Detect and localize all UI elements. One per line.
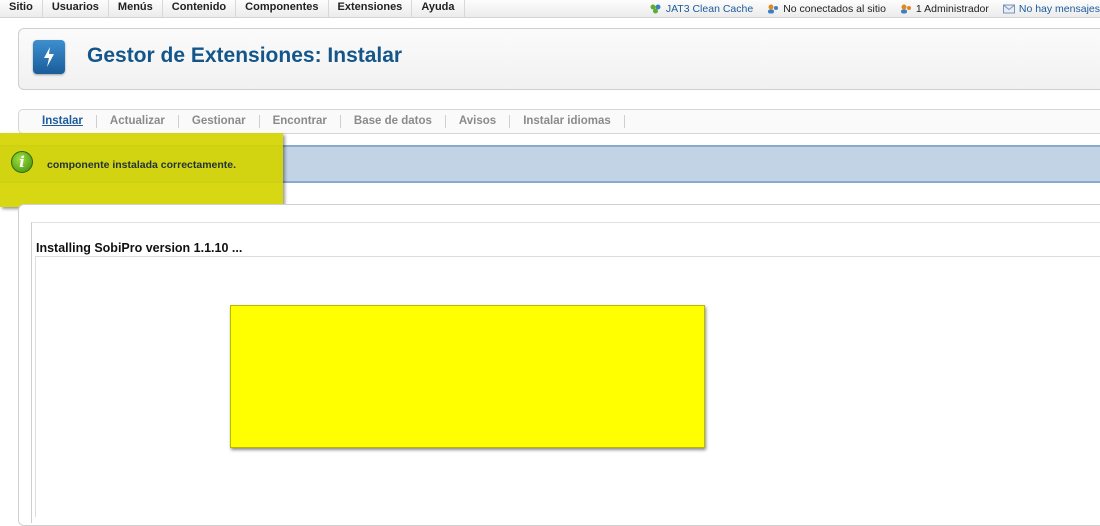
info-icon: i [11,151,33,173]
tab-actualizar[interactable]: Actualizar [97,115,179,128]
tab-instalar-idiomas[interactable]: Instalar idiomas [510,115,625,128]
menu-componentes[interactable]: Componentes [236,0,329,17]
redacted-area [230,305,705,448]
tab-base-de-datos[interactable]: Base de datos [341,115,446,128]
menu-menus[interactable]: Menús [109,0,163,17]
visitors-status: No conectados al sitio [767,3,886,15]
menu-extensiones[interactable]: Extensiones [329,0,413,17]
clean-cache-label: JAT3 Clean Cache [665,2,754,15]
admin-menu-bar: Sitio Usuarios Menús Contenido Component… [0,0,1100,18]
messages-label: No hay mensajes [1018,2,1100,15]
admins-label: 1 Administrador [915,2,989,15]
clean-cache-link[interactable]: JAT3 Clean Cache [650,3,753,15]
menu-sitio[interactable]: Sitio [0,0,43,17]
success-message: componente instalada correctamente. [47,159,237,171]
admin-icon [900,4,912,14]
cache-icon [650,4,662,14]
tab-gestionar[interactable]: Gestionar [179,115,260,128]
page-title: Gestor de Extensiones: Instalar [87,44,403,67]
admins-status: 1 Administrador [900,3,989,15]
menu-usuarios[interactable]: Usuarios [43,0,109,17]
menu-ayuda[interactable]: Ayuda [412,0,465,17]
status-area: JAT3 Clean Cache No conectados al sitio … [636,0,1100,17]
top-menu: Sitio Usuarios Menús Contenido Component… [0,0,465,17]
extensions-icon [33,40,65,74]
mail-icon [1002,4,1015,14]
toolbar-header: Gestor de Extensiones: Instalar [18,28,1100,90]
visitors-label: No conectados al sitio [783,2,886,15]
tab-encontrar[interactable]: Encontrar [260,115,341,128]
submenu-tabs: Instalar Actualizar Gestionar Encontrar … [18,109,1100,134]
menu-contenido[interactable]: Contenido [163,0,237,17]
install-title: Installing SobiPro version 1.1.10 ... [36,241,243,255]
users-icon [767,4,779,14]
tab-instalar[interactable]: Instalar [29,115,97,128]
tab-avisos[interactable]: Avisos [446,115,511,128]
messages-link[interactable]: No hay mensajes [1002,2,1100,15]
